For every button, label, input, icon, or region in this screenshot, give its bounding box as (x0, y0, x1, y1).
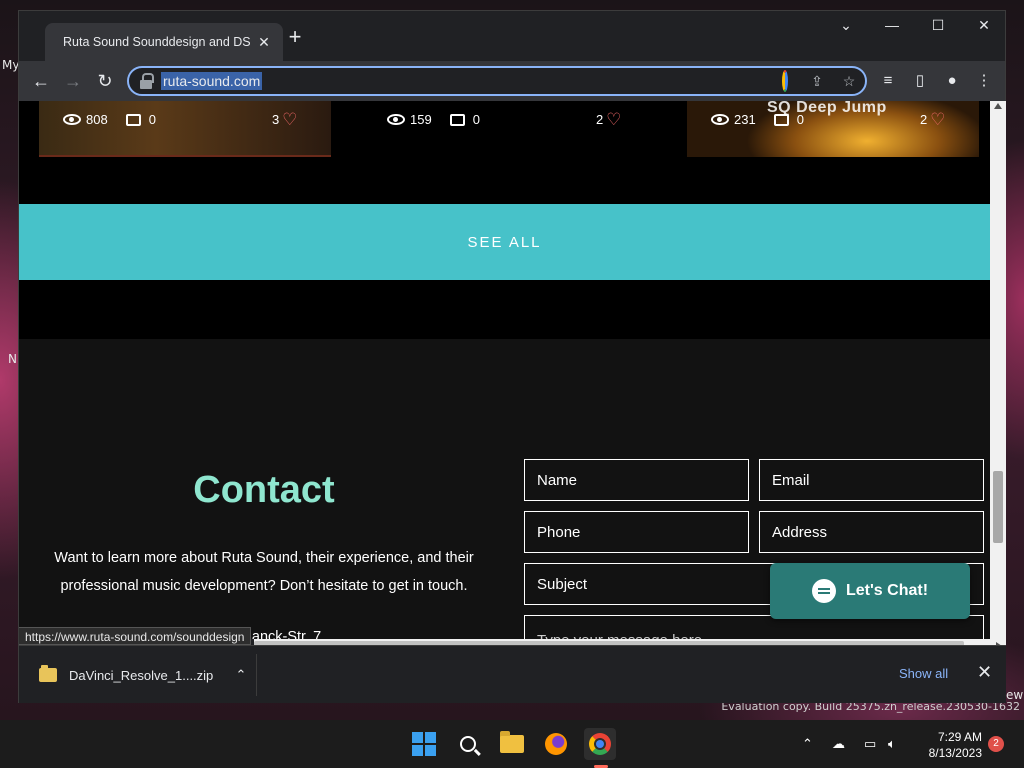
views-icon (387, 114, 405, 125)
lets-chat-button[interactable]: Let's Chat! (770, 563, 970, 619)
taskbar-clock[interactable]: 7:29 AM 8/13/2023 (912, 729, 982, 761)
post-stats: 808 0 3 ♡ (63, 111, 297, 128)
download-filename: DaVinci_Resolve_1....zip (69, 667, 214, 683)
close-download-shelf-icon[interactable]: ✕ (977, 662, 992, 683)
windows-taskbar: ⌃ ☁ ▭ 🔈︎ 7:29 AM 8/13/2023 2 (0, 720, 1024, 768)
download-shelf: DaVinci_Resolve_1....zip ⌃ Show all ✕ (19, 645, 1006, 703)
chevron-up-tray-icon[interactable]: ⌃ (802, 736, 813, 752)
browser-tab[interactable]: Ruta Sound Sounddesign and DS ✕ (45, 23, 283, 61)
close-tab-icon[interactable]: ✕ (255, 34, 273, 51)
file-explorer-button[interactable] (496, 728, 528, 760)
maximize-button[interactable]: ☐ (923, 17, 953, 34)
folder-icon (500, 731, 524, 753)
phone-field[interactable]: Phone (524, 511, 749, 553)
post-stats: 159 0 2 ♡ (387, 111, 621, 128)
search-icon (460, 736, 476, 752)
views-icon (63, 114, 81, 125)
views-count: 231 (734, 112, 756, 127)
vertical-scroll-thumb[interactable] (993, 471, 1003, 543)
vertical-scrollbar[interactable] (990, 101, 1006, 639)
link-status-bar: https://www.ruta-sound.com/sounddesign (19, 627, 252, 645)
email-field[interactable]: Email (759, 459, 984, 501)
profile-icon[interactable]: ● (941, 70, 963, 92)
windows-logo-icon (412, 732, 436, 756)
reload-button[interactable]: ↻ (93, 69, 117, 93)
volume-icon[interactable]: 🔈︎ (888, 736, 896, 752)
post-stats: 231 0 2 ♡ (711, 111, 945, 128)
start-button[interactable] (408, 728, 440, 760)
side-panel-icon[interactable]: ▯ (909, 70, 931, 92)
google-lens-icon[interactable] (775, 70, 795, 92)
comments-count: 0 (472, 112, 480, 127)
chat-button-label: Let's Chat! (845, 582, 929, 599)
show-all-downloads-link[interactable]: Show all (899, 666, 948, 681)
comments-count: 0 (148, 112, 156, 127)
see-all-button[interactable]: SEE ALL (19, 204, 990, 280)
chevron-up-icon[interactable]: ⌃ (226, 667, 256, 683)
close-window-button[interactable]: ✕ (969, 17, 999, 34)
contact-title: Contact (193, 469, 335, 511)
comments-icon[interactable] (125, 113, 141, 126)
heart-icon[interactable]: ♡ (606, 111, 621, 128)
views-count: 159 (410, 112, 432, 127)
new-tab-button[interactable]: + (281, 24, 309, 50)
cloud-offline-icon[interactable]: ☁ (832, 736, 845, 752)
bookmark-star-icon[interactable]: ☆ (839, 71, 859, 91)
taskbar-search-button[interactable] (452, 728, 484, 760)
contact-section: Contact Want to learn more about Ruta So… (19, 339, 990, 639)
forward-button[interactable]: → (61, 69, 85, 93)
lock-icon[interactable] (139, 73, 154, 89)
back-button[interactable]: ← (29, 69, 53, 93)
likes-count: 2 (595, 112, 604, 127)
network-icon[interactable]: ▭ (864, 736, 876, 752)
browser-toolbar: ← → ↻ ruta-sound.com ⇪ ☆ ≡ ▯ ● ⋮ (19, 61, 1005, 101)
reading-list-icon[interactable]: ≡ (877, 70, 899, 92)
desktop-icon-label[interactable]: My (2, 58, 19, 72)
heart-icon[interactable]: ♡ (930, 111, 945, 128)
chrome-icon (589, 733, 611, 755)
heart-icon[interactable]: ♡ (282, 111, 297, 128)
scroll-up-arrow-icon[interactable] (994, 103, 1002, 109)
views-count: 808 (86, 112, 108, 127)
minimize-button[interactable]: — (877, 17, 907, 33)
comments-count: 0 (796, 112, 804, 127)
zip-file-icon (39, 665, 57, 682)
name-field[interactable]: Name (524, 459, 749, 501)
address-bar[interactable]: ruta-sound.com ⇪ ☆ (127, 66, 867, 96)
contact-description: Want to learn more about Ruta Sound, the… (54, 550, 474, 594)
title-bar: Ruta Sound Sounddesign and DS ✕ + ⌄ — ☐ … (19, 11, 1005, 61)
clock-time: 7:29 AM (937, 730, 982, 744)
firefox-icon (545, 733, 567, 755)
chat-bubble-icon (811, 579, 836, 603)
tab-title: Ruta Sound Sounddesign and DS (63, 35, 251, 49)
comments-icon[interactable] (773, 113, 789, 126)
chrome-button[interactable] (584, 728, 616, 760)
views-icon (711, 114, 729, 125)
tab-search-icon[interactable]: ⌄ (831, 17, 861, 34)
desktop-icon-label[interactable]: N (8, 352, 17, 366)
firefox-button[interactable] (540, 728, 572, 760)
notification-badge[interactable]: 2 (988, 736, 1004, 752)
browser-window: Ruta Sound Sounddesign and DS ✕ + ⌄ — ☐ … (18, 10, 1006, 703)
menu-kebab-icon[interactable]: ⋮ (973, 70, 995, 92)
likes-count: 2 (919, 112, 928, 127)
url-text[interactable]: ruta-sound.com (161, 72, 263, 90)
download-item[interactable]: DaVinci_Resolve_1....zip ⌃ (27, 654, 257, 696)
address-field[interactable]: Address (759, 511, 984, 553)
likes-count: 3 (271, 112, 280, 127)
comments-icon[interactable] (449, 113, 465, 126)
clock-date: 8/13/2023 (928, 746, 982, 760)
share-icon[interactable]: ⇪ (807, 71, 827, 91)
page-viewport: SQ Deep Jump 808 0 3 ♡ 159 0 2 ♡ 231 0 2… (19, 101, 990, 639)
